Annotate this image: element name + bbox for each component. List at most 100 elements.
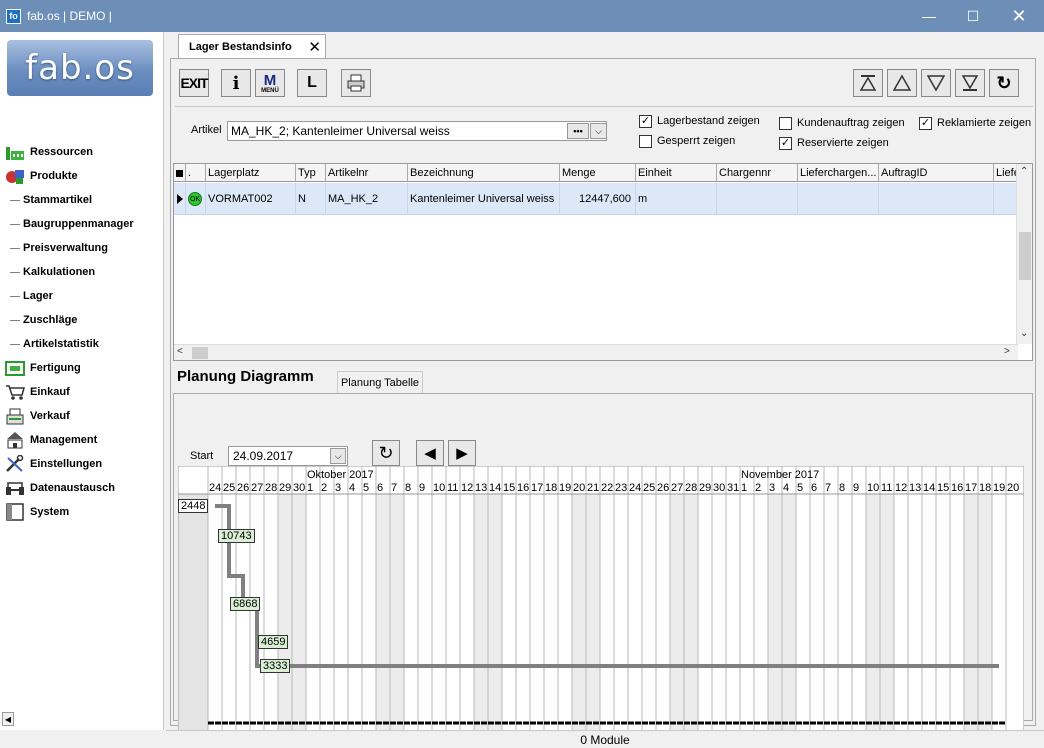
triangle-right-icon: ▶ <box>456 445 468 462</box>
nav-label: Ressourcen <box>30 146 93 158</box>
artikel-browse-button[interactable]: ••• <box>567 123 589 139</box>
nav-zuschlaege[interactable]: Zuschläge <box>10 309 77 331</box>
day-tick-label: 25 <box>643 482 655 494</box>
kundenauftrag-checkbox[interactable]: Kundenauftrag zeigen <box>779 115 905 131</box>
print-button[interactable] <box>341 69 371 97</box>
nav-lager[interactable]: Lager <box>10 285 53 307</box>
day-tick-label: 16 <box>951 482 963 494</box>
tab-lager-bestandsinfo[interactable]: Lager Bestandsinfo ✕ <box>178 34 326 58</box>
scroll-left-icon[interactable]: < <box>177 346 183 357</box>
select-all-header[interactable] <box>174 164 186 182</box>
scroll-up-icon[interactable]: ⌃ <box>1020 166 1028 177</box>
checkbox-box <box>639 134 652 148</box>
nav-system[interactable]: System <box>0 501 69 523</box>
start-date-dropdown[interactable]: ⌵ <box>330 448 346 464</box>
chart-axis-column <box>178 493 209 733</box>
previous-record-button[interactable] <box>887 69 917 97</box>
nav-verkauf[interactable]: Verkauf <box>0 405 70 427</box>
scroll-right-icon[interactable]: > <box>1004 346 1010 357</box>
refresh-button[interactable]: ↻ <box>989 69 1019 97</box>
day-tick-label: 26 <box>657 482 669 494</box>
nav-kalkulationen[interactable]: Kalkulationen <box>10 261 95 283</box>
typ-cell: N <box>296 183 326 215</box>
tab-planung-tabelle[interactable]: Planung Tabelle <box>337 371 423 393</box>
gesperrt-checkbox[interactable]: Gesperrt zeigen <box>639 133 735 149</box>
nav-preisverwaltung[interactable]: Preisverwaltung <box>10 237 108 259</box>
sidebar-collapse-button[interactable]: ◀ <box>2 712 14 726</box>
grid-header-cell[interactable]: . <box>186 164 206 182</box>
factory-icon <box>4 142 26 162</box>
lagerbestand-checkbox[interactable]: ✓ Lagerbestand zeigen <box>639 113 760 129</box>
grid-header-cell[interactable]: Menge <box>560 164 636 182</box>
menu-button[interactable]: M MENÜ <box>255 69 285 97</box>
next-record-button[interactable] <box>921 69 951 97</box>
scroll-thumb[interactable] <box>1019 232 1031 280</box>
chart-previous-button[interactable]: ◀ <box>416 440 444 466</box>
nav-artikelstatistik[interactable]: Artikelstatistik <box>10 333 99 355</box>
list-button[interactable]: L <box>297 69 327 97</box>
checkbox-box: ✓ <box>639 114 652 128</box>
fertigung-icon <box>4 358 26 378</box>
close-tab-icon[interactable]: ✕ <box>308 38 321 56</box>
tools-icon <box>4 454 26 474</box>
tab-content: EXIT i M MENÜ L ↻ Artikel MA_HK_2; Kante… <box>170 58 1036 736</box>
day-tick-label: 18 <box>979 482 991 494</box>
nav-produkte[interactable]: Produkte <box>0 165 78 187</box>
chargennr-cell <box>717 183 798 215</box>
day-tick-label: 27 <box>671 482 683 494</box>
scroll-thumb[interactable] <box>192 347 208 359</box>
grid-header-cell[interactable]: Typ <box>296 164 326 182</box>
maximize-button[interactable]: ☐ <box>950 0 996 32</box>
grid-header-cell[interactable]: Artikelnr <box>326 164 408 182</box>
grid-header: . Lagerplatz Typ Artikelnr Bezeichnung M… <box>174 164 1018 182</box>
minimize-button[interactable]: — <box>906 0 952 32</box>
day-tick-label: 2 <box>755 482 761 494</box>
day-tick-label: 23 <box>615 482 627 494</box>
grid-horizontal-scrollbar[interactable]: < > <box>174 344 1018 360</box>
last-record-button[interactable] <box>955 69 985 97</box>
grid-header-cell[interactable]: Liefe <box>994 164 1018 182</box>
nav-baugruppenmanager[interactable]: Baugruppenmanager <box>10 213 134 235</box>
nav-einstellungen[interactable]: Einstellungen <box>0 453 102 475</box>
exit-button[interactable]: EXIT <box>179 69 209 97</box>
nav-stammartikel[interactable]: Stammartikel <box>10 189 92 211</box>
artikel-dropdown-button[interactable]: ⌵ <box>590 123 607 139</box>
grid-header-cell[interactable]: AuftragID <box>879 164 994 182</box>
nav-einkauf[interactable]: Einkauf <box>0 381 70 403</box>
day-tick-label: 12 <box>461 482 473 494</box>
day-tick-label: 13 <box>475 482 487 494</box>
nav-ressourcen[interactable]: Ressourcen <box>0 141 93 163</box>
artikel-input[interactable]: MA_HK_2; Kantenleimer Universal weiss <box>227 121 607 141</box>
nav-label: Management <box>30 434 98 446</box>
chart-next-button[interactable]: ▶ <box>448 440 476 466</box>
nav-management[interactable]: Management <box>0 429 97 451</box>
info-button[interactable]: i <box>221 69 251 97</box>
close-window-button[interactable]: ✕ <box>996 0 1042 32</box>
stock-value-label: 10743 <box>218 529 255 543</box>
reserviert-checkbox[interactable]: ✓ Reservierte zeigen <box>779 135 889 151</box>
day-tick-label: 1 <box>741 482 747 494</box>
grid-header-cell[interactable]: Chargennr <box>717 164 798 182</box>
day-tick-label: 19 <box>993 482 1005 494</box>
nav-datenaustausch[interactable]: Datenaustausch <box>0 477 115 499</box>
weekend-column <box>768 494 782 732</box>
nav-fertigung[interactable]: Fertigung <box>0 357 81 379</box>
tab-planung-diagramm[interactable]: Planung Diagramm <box>177 368 314 385</box>
weekend-column <box>782 494 796 732</box>
main-area: Lager Bestandsinfo ✕ EXIT i M MENÜ L ↻ A… <box>166 32 1042 736</box>
weekend-column <box>586 494 600 732</box>
weekend-column <box>376 494 390 732</box>
reklamiert-checkbox[interactable]: ✓ Reklamierte zeigen <box>919 115 1031 131</box>
grid-vertical-scrollbar[interactable]: ⌃ ⌄ <box>1016 164 1032 344</box>
first-record-button[interactable] <box>853 69 883 97</box>
day-tick-label: 12 <box>895 482 907 494</box>
scroll-down-icon[interactable]: ⌄ <box>1020 328 1028 339</box>
grid-header-cell[interactable]: Bezeichnung <box>408 164 560 182</box>
auftragid-cell <box>879 183 994 215</box>
grid-header-cell[interactable]: Lagerplatz <box>206 164 296 182</box>
grid-header-cell[interactable]: Lieferchargen... <box>798 164 879 182</box>
chart-refresh-button[interactable]: ↻ <box>372 440 400 466</box>
table-row[interactable]: OK VORMAT002 N MA_HK_2 Kantenleimer Univ… <box>174 183 1018 215</box>
status-bar: 0 Module <box>166 730 1044 748</box>
grid-header-cell[interactable]: Einheit <box>636 164 717 182</box>
